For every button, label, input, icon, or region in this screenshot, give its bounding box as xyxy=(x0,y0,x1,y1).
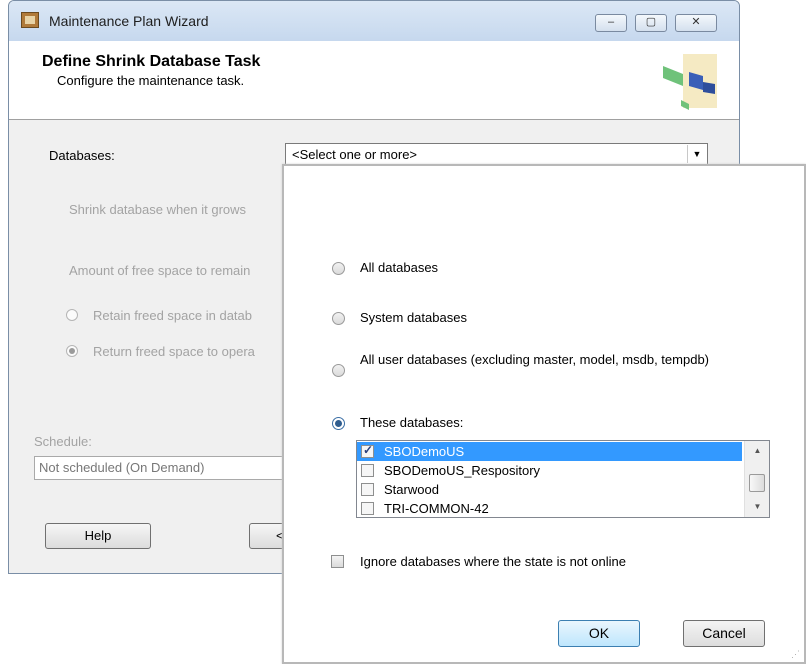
all-databases-radio[interactable] xyxy=(332,262,345,275)
page-subtitle: Configure the maintenance task. xyxy=(57,73,245,88)
scroll-up-icon[interactable]: ▲ xyxy=(745,443,769,459)
scroll-thumb[interactable] xyxy=(749,474,765,492)
these-databases-label: These databases: xyxy=(360,415,464,430)
database-name: SBODemoUS xyxy=(384,444,465,459)
database-list-item[interactable]: Starwood xyxy=(357,480,742,499)
schedule-label: Schedule: xyxy=(34,434,92,449)
system-databases-label: System databases xyxy=(360,310,467,325)
schedule-field: Not scheduled (On Demand) xyxy=(34,456,294,480)
shrink-threshold-label: Shrink database when it grows xyxy=(69,202,247,217)
wizard-banner-icon xyxy=(663,54,717,110)
these-databases-radio[interactable] xyxy=(332,417,345,430)
return-freed-space-label: Return freed space to opera xyxy=(93,344,255,359)
maximize-button[interactable]: ▢ xyxy=(635,14,667,32)
databases-combo-value: <Select one or more> xyxy=(292,147,418,162)
app-icon xyxy=(21,12,39,28)
database-checkbox[interactable] xyxy=(361,502,374,515)
title-bar[interactable]: Maintenance Plan Wizard – ▢ ✕ xyxy=(9,1,739,41)
user-databases-radio[interactable] xyxy=(332,364,345,377)
database-name: SBODemoUS_Respository xyxy=(384,463,541,478)
free-space-label: Amount of free space to remain xyxy=(69,263,251,278)
database-list-item[interactable]: SBODemoUS xyxy=(357,442,742,461)
list-scrollbar[interactable]: ▲ ▼ xyxy=(744,441,769,517)
resize-grip-icon[interactable]: ⋰ xyxy=(791,649,801,659)
scroll-down-icon[interactable]: ▼ xyxy=(745,499,769,515)
minimize-button[interactable]: – xyxy=(595,14,627,32)
database-list[interactable]: SBODemoUS SBODemoUS_Respository Starwood… xyxy=(356,440,770,518)
database-checkbox[interactable] xyxy=(361,483,374,496)
databases-combo[interactable]: <Select one or more> ▼ xyxy=(285,143,708,165)
return-freed-space-radio[interactable] xyxy=(66,345,78,357)
window-title: Maintenance Plan Wizard xyxy=(49,13,209,29)
user-databases-label: All user databases (excluding master, mo… xyxy=(360,352,710,367)
ignore-offline-checkbox[interactable] xyxy=(331,555,344,568)
all-databases-label: All databases xyxy=(360,260,439,275)
cancel-button[interactable]: Cancel xyxy=(683,620,765,647)
database-list-item[interactable]: TRI-COMMON-42 xyxy=(357,499,742,517)
database-name: TRI-COMMON-42 xyxy=(384,501,489,516)
database-checkbox[interactable] xyxy=(361,464,374,477)
close-button[interactable]: ✕ xyxy=(675,14,717,32)
database-list-item[interactable]: SBODemoUS_Respository xyxy=(357,461,742,480)
databases-label: Databases: xyxy=(49,148,115,163)
ok-button[interactable]: OK xyxy=(558,620,640,647)
retain-freed-space-label: Retain freed space in datab xyxy=(93,308,252,323)
retain-freed-space-radio[interactable] xyxy=(66,309,78,321)
database-checkbox[interactable] xyxy=(361,443,374,458)
chevron-down-icon[interactable]: ▼ xyxy=(687,145,706,163)
page-title: Define Shrink Database Task xyxy=(42,53,261,70)
help-button[interactable]: Help xyxy=(45,523,151,549)
database-selection-popup: All databases System databases All user … xyxy=(282,164,806,664)
system-databases-radio[interactable] xyxy=(332,312,345,325)
ignore-offline-label: Ignore databases where the state is not … xyxy=(360,554,626,569)
database-name: Starwood xyxy=(384,482,439,497)
